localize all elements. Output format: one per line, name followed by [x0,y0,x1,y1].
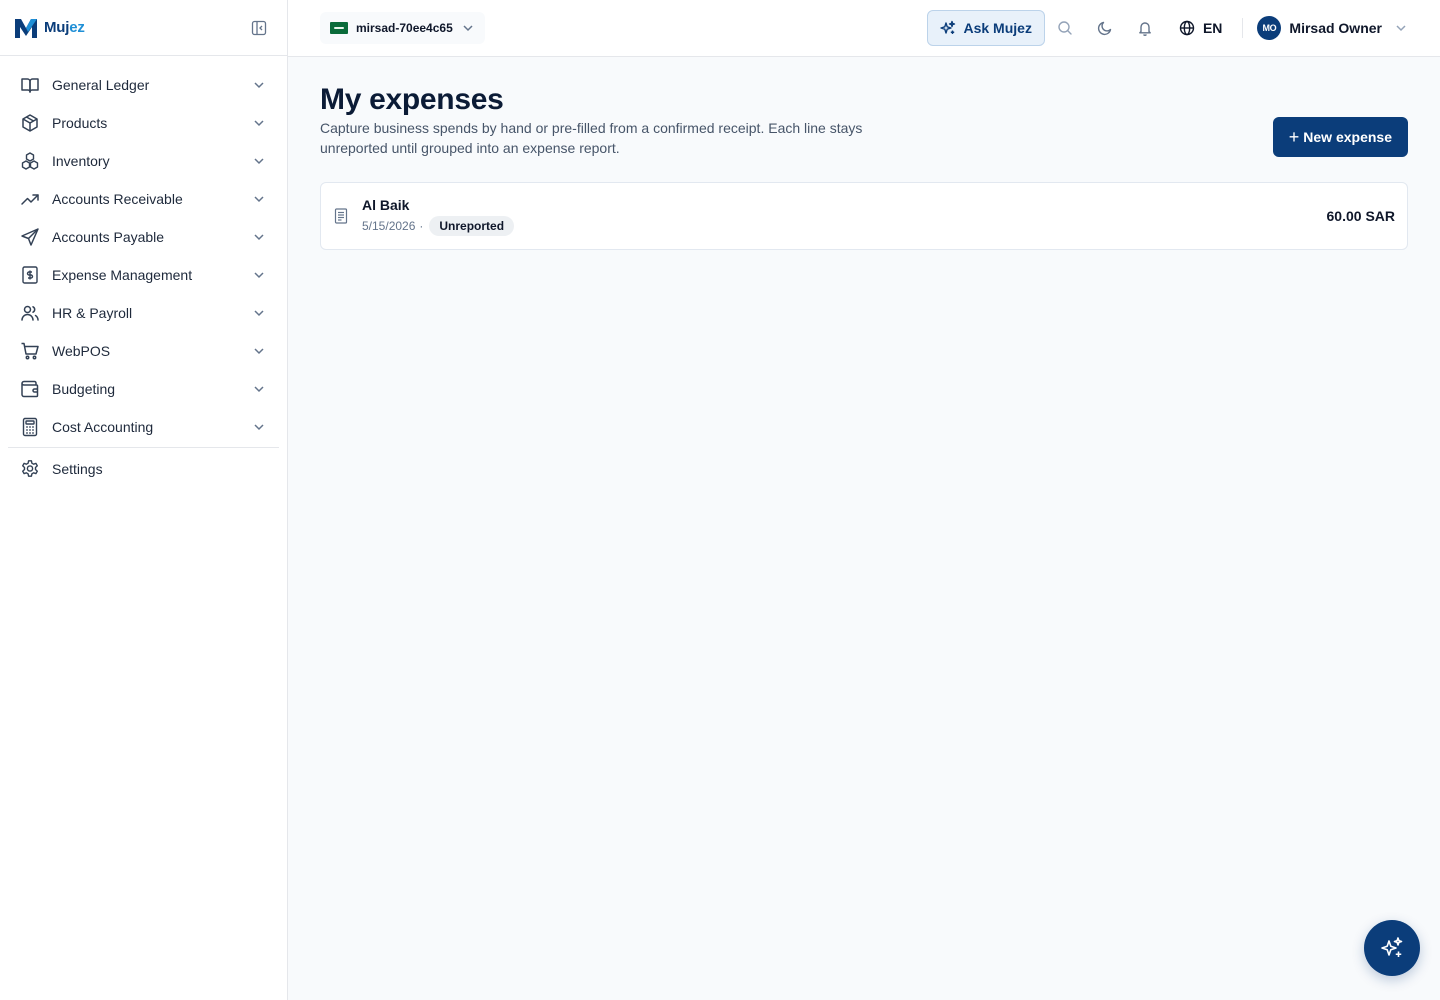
chevron-down-icon [251,305,267,321]
sidebar-item-label: Inventory [52,153,110,169]
brand-logo[interactable]: Mujez [14,17,85,39]
receipt-icon [333,208,349,224]
sidebar-item-label: General Ledger [52,77,150,93]
sidebar-item-accounts-receivable[interactable]: Accounts Receivable [8,180,279,218]
sidebar-item-label: Accounts Receivable [52,191,183,207]
plus-icon: + [1288,127,1300,147]
sidebar-item-label: Products [52,115,108,131]
trending-up-icon [20,189,40,209]
expense-merchant: Al Baik [362,197,410,213]
sidebar: Mujez General Ledger Products Inventory … [0,0,288,1000]
sidebar-header: Mujez [0,0,287,56]
sidebar-item-label: HR & Payroll [52,305,133,321]
meta-separator: · [419,219,424,233]
sidebar-nav: General Ledger Products Inventory Accoun… [0,56,287,488]
package-icon [20,113,40,133]
sidebar-item-label: Budgeting [52,381,116,397]
sidebar-item-inventory[interactable]: Inventory [8,142,279,180]
expense-item[interactable]: Al Baik 5/15/2026 · Unreported 60.00 SAR [320,182,1408,250]
theme-toggle-button[interactable] [1085,10,1125,46]
shopping-cart-icon [20,341,40,361]
ask-mujez-label: Ask Mujez [963,20,1032,36]
page-title: My expenses [320,83,504,116]
sidebar-item-webpos[interactable]: WebPOS [8,332,279,370]
sidebar-item-products[interactable]: Products [8,104,279,142]
page-header: My expenses Capture business spends by h… [320,82,1408,158]
book-open-icon [20,75,40,95]
mujez-logo-icon [15,18,37,38]
language-selector[interactable]: EN [1171,10,1230,46]
language-code: EN [1202,20,1223,36]
sidebar-item-label: Cost Accounting [52,419,154,435]
sidebar-collapse-button[interactable] [247,16,271,40]
gear-icon [20,459,40,479]
sparkles-icon [1381,937,1403,957]
chevron-down-icon [251,343,267,359]
sidebar-item-label: Expense Management [52,267,193,283]
page-subtitle: Capture business spends by hand or pre-f… [320,120,863,156]
sidebar-item-hr-payroll[interactable]: HR & Payroll [8,294,279,332]
main-content: My expenses Capture business spends by h… [320,82,1408,250]
ai-assistant-fab[interactable] [1364,920,1420,976]
chevron-down-icon [251,191,267,207]
notifications-button[interactable] [1125,10,1165,46]
panel-left-icon [251,20,267,35]
user-menu[interactable]: MO Mirsad Owner [1257,16,1408,40]
globe-icon [1179,20,1195,36]
avatar: MO [1257,16,1282,40]
receipt-dollar-icon [20,265,40,285]
sidebar-item-general-ledger[interactable]: General Ledger [8,66,279,104]
chevron-down-icon [463,25,473,32]
ask-mujez-button[interactable]: Ask Mujez [927,10,1045,46]
topbar: mirsad-70ee4c65 Ask Mujez EN MO Mirsad O… [288,0,1440,57]
sidebar-item-label: Accounts Payable [52,229,165,245]
chevron-down-icon [251,267,267,283]
sparkles-icon [940,20,956,34]
expense-details: Al Baik 5/15/2026 · Unreported [362,196,1327,236]
status-badge: Unreported [429,216,515,236]
expense-amount: 60.00 SAR [1326,208,1395,224]
expense-meta: 5/15/2026 · Unreported [362,216,1327,236]
bell-icon [1139,22,1151,36]
chevron-down-icon [251,229,267,245]
sidebar-item-expense-management[interactable]: Expense Management [8,256,279,294]
user-name: Mirsad Owner [1289,20,1382,36]
chevron-down-icon [251,115,267,131]
organization-selector[interactable]: mirsad-70ee4c65 [320,12,485,44]
brand-name: Mujez [44,19,85,36]
chevron-down-icon [1396,25,1406,32]
wallet-icon [20,379,40,399]
boxes-icon [20,151,40,171]
organization-name: mirsad-70ee4c65 [356,21,453,35]
topbar-actions: Ask Mujez EN MO Mirsad Owner [927,10,1408,46]
users-icon [20,303,40,323]
moon-icon [1097,21,1112,36]
sidebar-item-settings[interactable]: Settings [8,450,279,488]
chevron-down-icon [251,77,267,93]
expense-date: 5/15/2026 [362,219,416,233]
chevron-down-icon [251,381,267,397]
saudi-flag-icon [330,22,348,34]
sidebar-item-label: Settings [52,461,103,477]
search-button[interactable] [1045,10,1085,46]
topbar-divider [1242,18,1244,38]
new-expense-button[interactable]: + New expense [1272,117,1408,157]
sidebar-divider [8,447,279,448]
calculator-icon [20,417,40,437]
search-icon [1058,21,1072,35]
chevron-down-icon [251,153,267,169]
chevron-down-icon [251,419,267,435]
sidebar-item-label: WebPOS [52,343,111,359]
send-icon [20,227,40,247]
sidebar-item-accounts-payable[interactable]: Accounts Payable [8,218,279,256]
sidebar-item-cost-accounting[interactable]: Cost Accounting [8,408,279,446]
sidebar-item-budgeting[interactable]: Budgeting [8,370,279,408]
new-expense-label: New expense [1303,129,1392,145]
